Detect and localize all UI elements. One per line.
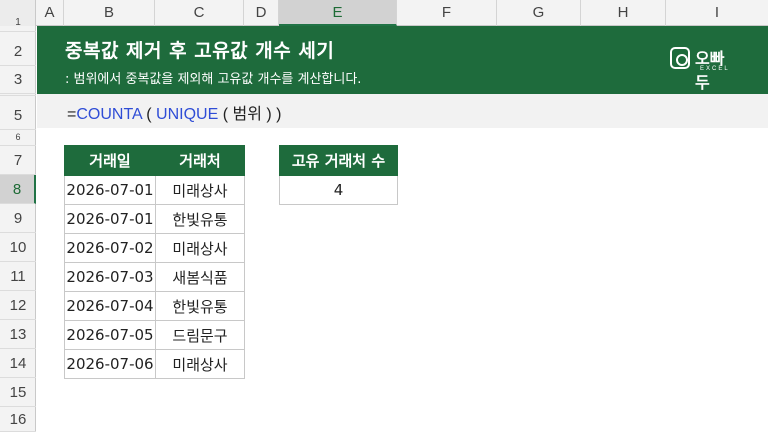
header-vendor[interactable]: 거래처 [155, 145, 245, 176]
row-header-16[interactable]: 16 [0, 407, 36, 432]
cell-date[interactable]: 2026-07-02 [64, 233, 156, 263]
cell-date[interactable]: 2026-07-01 [64, 175, 156, 205]
column-header-g[interactable]: G [497, 0, 581, 26]
formula-text[interactable]: =COUNTA ( UNIQUE ( 범위 ) ) [67, 100, 282, 124]
result-header-row: 고유 거래처 수 [279, 145, 398, 176]
row-header-9[interactable]: 9 [0, 204, 36, 233]
column-header-b[interactable]: B [64, 0, 155, 26]
cell-date[interactable]: 2026-07-01 [64, 204, 156, 234]
table-row: 2026-07-01 미래상사 [64, 175, 245, 205]
cell-date[interactable]: 2026-07-05 [64, 320, 156, 350]
column-header-a[interactable]: A [36, 0, 64, 26]
formula-sep-2: ( [218, 106, 233, 123]
row-header-6[interactable]: 6 [0, 130, 36, 146]
column-header-c[interactable]: C [155, 0, 244, 26]
cell-vendor[interactable]: 미래상사 [155, 233, 245, 263]
camera-square-icon [670, 47, 690, 69]
table-row: 2026-07-05 드림문구 [64, 320, 245, 350]
brand-logo: 오빠두 EXCEL [670, 45, 738, 92]
row-header-15[interactable]: 15 [0, 378, 36, 407]
cell-vendor[interactable]: 드림문구 [155, 320, 245, 350]
row-header-8[interactable]: 8 [0, 175, 36, 204]
header-date[interactable]: 거래일 [64, 145, 156, 176]
formula-fn-unique: UNIQUE [156, 106, 219, 123]
formula-suffix: ) ) [261, 106, 282, 123]
column-header-h[interactable]: H [581, 0, 666, 26]
formula-sep-1: ( [141, 106, 157, 123]
row-header-11[interactable]: 11 [0, 262, 36, 291]
cell-vendor[interactable]: 한빛유통 [155, 291, 245, 321]
cell-date[interactable]: 2026-07-06 [64, 349, 156, 379]
title-banner: 중복값 제거 후 고유값 개수 세기 : 범위에서 중복값을 제외해 고유값 개… [37, 26, 768, 94]
table-header-row: 거래일 거래처 [64, 145, 245, 176]
row-header-10[interactable]: 10 [0, 233, 36, 262]
table-row: 2026-07-01 한빛유통 [64, 204, 245, 234]
row-header-5[interactable]: 5 [0, 96, 36, 130]
cell-vendor[interactable]: 미래상사 [155, 349, 245, 379]
cell-date[interactable]: 2026-07-04 [64, 291, 156, 321]
formula-fn-counta: COUNTA [76, 106, 142, 123]
row-header-2[interactable]: 2 [0, 32, 36, 66]
formula-arg: 범위 [232, 106, 262, 123]
banner-subtitle: : 범위에서 중복값을 제외해 고유값 개수를 계산합니다. [65, 72, 362, 87]
column-header-f[interactable]: F [397, 0, 497, 26]
row-header-3[interactable]: 3 [0, 66, 36, 94]
logo-subtext: EXCEL [700, 66, 730, 72]
row-header-1[interactable]: 1 [0, 6, 36, 32]
cell-vendor[interactable]: 새봄식품 [155, 262, 245, 292]
cell-vendor[interactable]: 미래상사 [155, 175, 245, 205]
row-header-bar: 1 2 3 4 5 6 7 8 9 10 11 12 13 14 15 16 [0, 17, 36, 432]
table-row: 2026-07-03 새봄식품 [64, 262, 245, 292]
result-row: 4 [279, 175, 398, 205]
header-unique-count[interactable]: 고유 거래처 수 [279, 145, 398, 176]
cell-vendor[interactable]: 한빛유통 [155, 204, 245, 234]
row-header-12[interactable]: 12 [0, 291, 36, 320]
column-header-d[interactable]: D [244, 0, 279, 26]
cell-unique-count[interactable]: 4 [279, 175, 398, 205]
formula-prefix: = [67, 106, 77, 123]
row-header-13[interactable]: 13 [0, 320, 36, 349]
result-table: 고유 거래처 수 4 [279, 145, 398, 205]
table-row: 2026-07-02 미래상사 [64, 233, 245, 263]
column-header-e[interactable]: E [279, 0, 397, 26]
cell-date[interactable]: 2026-07-03 [64, 262, 156, 292]
banner-title: 중복값 제거 후 고유값 개수 세기 [65, 40, 335, 62]
row-header-7[interactable]: 7 [0, 146, 36, 175]
transactions-table: 거래일 거래처 2026-07-01 미래상사 2026-07-01 한빛유통 20… [64, 145, 245, 379]
row-header-14[interactable]: 14 [0, 349, 36, 378]
table-row: 2026-07-04 한빛유통 [64, 291, 245, 321]
table-row: 2026-07-06 미래상사 [64, 349, 245, 379]
column-header-i[interactable]: I [666, 0, 768, 26]
column-header-bar: A B C D E F G H I [0, 0, 768, 26]
formula-band: =COUNTA ( UNIQUE ( 범위 ) ) [37, 94, 768, 128]
